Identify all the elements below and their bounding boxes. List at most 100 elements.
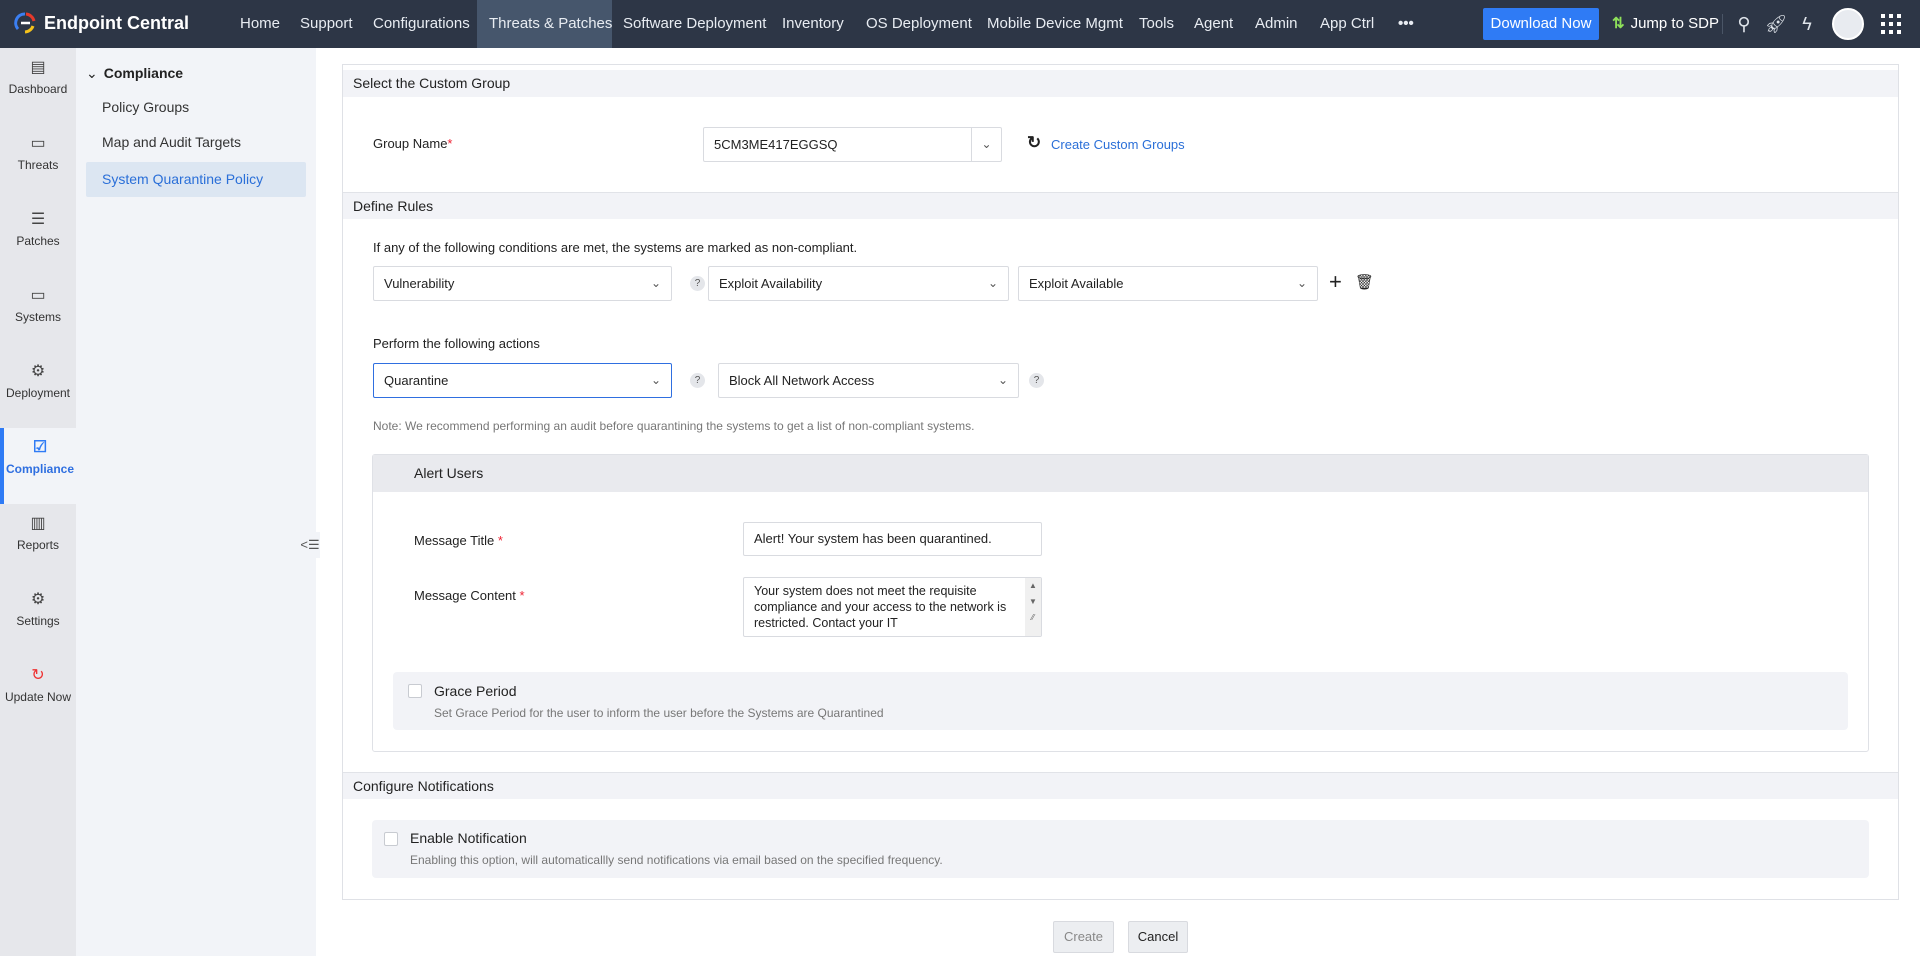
group-name-select[interactable]: 5CM3ME417EGGSQ ⌄ [703,127,1002,162]
reports-icon: ▥ [30,515,46,532]
label-text: Message Title [414,533,495,548]
sidebar-item-threats[interactable]: ▭ Threats [0,124,76,200]
sidebar-item-patches[interactable]: ☰ Patches [0,200,76,276]
sidebar-label: Deployment [5,386,71,400]
chevron-down-icon: ⌄ [987,276,998,290]
sidebar-label: Compliance [5,462,74,476]
nav-inventory[interactable]: Inventory [782,0,844,48]
sidebar-item-reports[interactable]: ▥ Reports [0,504,76,580]
nav-software-deployment[interactable]: Software Deployment [623,0,766,48]
grace-period-desc: Set Grace Period for the user to inform … [434,706,884,720]
sidebar-item-deployment[interactable]: ⚙ Deployment [0,352,76,428]
gear-icon: ⚙ [30,591,46,608]
sub-item-map-audit-targets[interactable]: Map and Audit Targets [86,125,306,160]
update-icon: ↻ [31,667,45,684]
enable-notification-checkbox[interactable] [384,832,398,846]
sidebar-item-dashboard[interactable]: ▤ Dashboard [0,48,76,124]
add-condition-icon[interactable]: + [1329,269,1342,295]
app-logo[interactable]: Endpoint Central [14,12,189,34]
avatar[interactable] [1832,8,1864,40]
enable-notification-title: Enable Notification [410,830,527,846]
sub-item-policy-groups[interactable]: Policy Groups [86,90,306,125]
collapse-sidebar-icon[interactable]: <☰ [300,532,320,558]
label-text: Message Content [414,588,516,603]
nav-threats-patches[interactable]: Threats & Patches [477,0,612,48]
rocket-icon[interactable]: 🚀︎ [1764,12,1788,36]
chevron-down-icon: ⌄ [1296,276,1307,290]
group-name-label: Group Name* [373,136,452,151]
message-content-textarea[interactable]: Your system does not meet the requisite … [743,577,1042,637]
help-icon[interactable]: ? [1029,373,1044,388]
help-icon[interactable]: ? [690,373,705,388]
sidebar-label: Settings [16,614,60,628]
group-title: Compliance [103,65,184,81]
actions-text: Perform the following actions [373,336,540,351]
message-title-input[interactable]: Alert! Your system has been quarantined. [743,522,1042,556]
selected-value: 5CM3ME417EGGSQ [714,137,838,152]
required-mark: * [519,588,525,603]
sidebar-label: Dashboard [8,82,68,96]
selected-value: Block All Network Access [729,373,875,388]
nav-home[interactable]: Home [240,0,280,48]
lightning-icon[interactable]: ϟ [1795,12,1819,36]
divider [1722,14,1723,34]
sub-item-system-quarantine-policy[interactable]: System Quarantine Policy [86,162,306,197]
action-detail-select[interactable]: Block All Network Access ⌄ [718,363,1019,398]
nav-configurations[interactable]: Configurations [373,0,470,48]
help-icon[interactable]: ? [690,276,705,291]
sidebar-item-systems[interactable]: ▭ Systems [0,276,76,352]
nav-mdm[interactable]: Mobile Device Mgmt [987,0,1123,48]
threats-icon: ▭ [30,135,46,152]
condition-category-select[interactable]: Vulnerability ⌄ [373,266,672,301]
jump-to-sdp-button[interactable]: ⇅ Jump to SDP [1612,8,1719,40]
trash-icon[interactable]: 🗑︎ [1355,273,1374,291]
sidebar-label: Systems [14,310,61,324]
condition-value-select[interactable]: Exploit Available ⌄ [1018,266,1318,301]
download-now-button[interactable]: Download Now [1483,8,1599,40]
textarea-scrollbar[interactable]: ▲ ▼ ⁄⁄ [1025,578,1041,636]
sidebar-item-settings[interactable]: ⚙ Settings [0,580,76,656]
alert-users-header: Alert Users [373,455,1868,492]
nav-more-icon[interactable]: ••• [1398,0,1414,48]
cancel-button[interactable]: Cancel [1128,921,1188,953]
jump-to-sdp-label: Jump to SDP [1630,15,1719,32]
audit-note: Note: We recommend performing an audit b… [373,419,975,433]
sidebar-item-update-now[interactable]: ↻ Update Now [0,656,76,732]
alert-users-section: Alert Users Message Title * Alert! Your … [372,454,1869,752]
app-grid-icon[interactable] [1881,14,1901,34]
sdp-icon: ⇅ [1612,15,1625,32]
policy-form: Select the Custom Group Group Name* 5CM3… [342,64,1899,900]
selected-value: Exploit Available [1029,276,1124,291]
nav-admin[interactable]: Admin [1255,0,1298,48]
sidebar-label: Update Now [4,690,72,704]
logo-icon [14,12,36,34]
search-icon[interactable]: ⚲ [1732,12,1756,36]
compliance-group-header[interactable]: ⌄ Compliance [86,65,183,82]
selected-value: Exploit Availability [719,276,823,291]
monitor-icon: ▭ [30,287,46,304]
app-title: Endpoint Central [44,12,189,33]
nav-os-deployment[interactable]: OS Deployment [866,0,972,48]
create-button[interactable]: Create [1053,921,1114,953]
refresh-icon[interactable]: ↻ [1027,133,1041,153]
chevron-down-icon: ⌄ [650,373,661,387]
sub-sidebar: ⌄ Compliance Policy Groups Map and Audit … [76,48,316,956]
nav-tools[interactable]: Tools [1139,0,1174,48]
sidebar-label: Patches [16,234,60,248]
enable-notification-desc: Enabling this option, will automaticalll… [410,853,943,867]
top-bar: Endpoint Central Home Support Configurat… [0,0,1920,48]
nav-agent[interactable]: Agent [1194,0,1233,48]
grace-period-box: Grace Period Set Grace Period for the us… [393,672,1848,730]
chevron-down-icon: ⌄ [971,128,1001,161]
sidebar-item-compliance[interactable]: ☑ Compliance [0,428,76,504]
action-select[interactable]: Quarantine ⌄ [373,363,672,398]
nav-app-ctrl[interactable]: App Ctrl [1320,0,1374,48]
section-header-notifications: Configure Notifications [343,772,1898,799]
chevron-down-icon: ⌄ [86,65,98,81]
grace-period-checkbox[interactable] [408,684,422,698]
chevron-down-icon: ⌄ [997,373,1008,387]
create-custom-groups-link[interactable]: Create Custom Groups [1051,137,1185,152]
nav-support[interactable]: Support [300,0,353,48]
selected-value: Quarantine [384,373,449,388]
condition-criteria-select[interactable]: Exploit Availability ⌄ [708,266,1009,301]
